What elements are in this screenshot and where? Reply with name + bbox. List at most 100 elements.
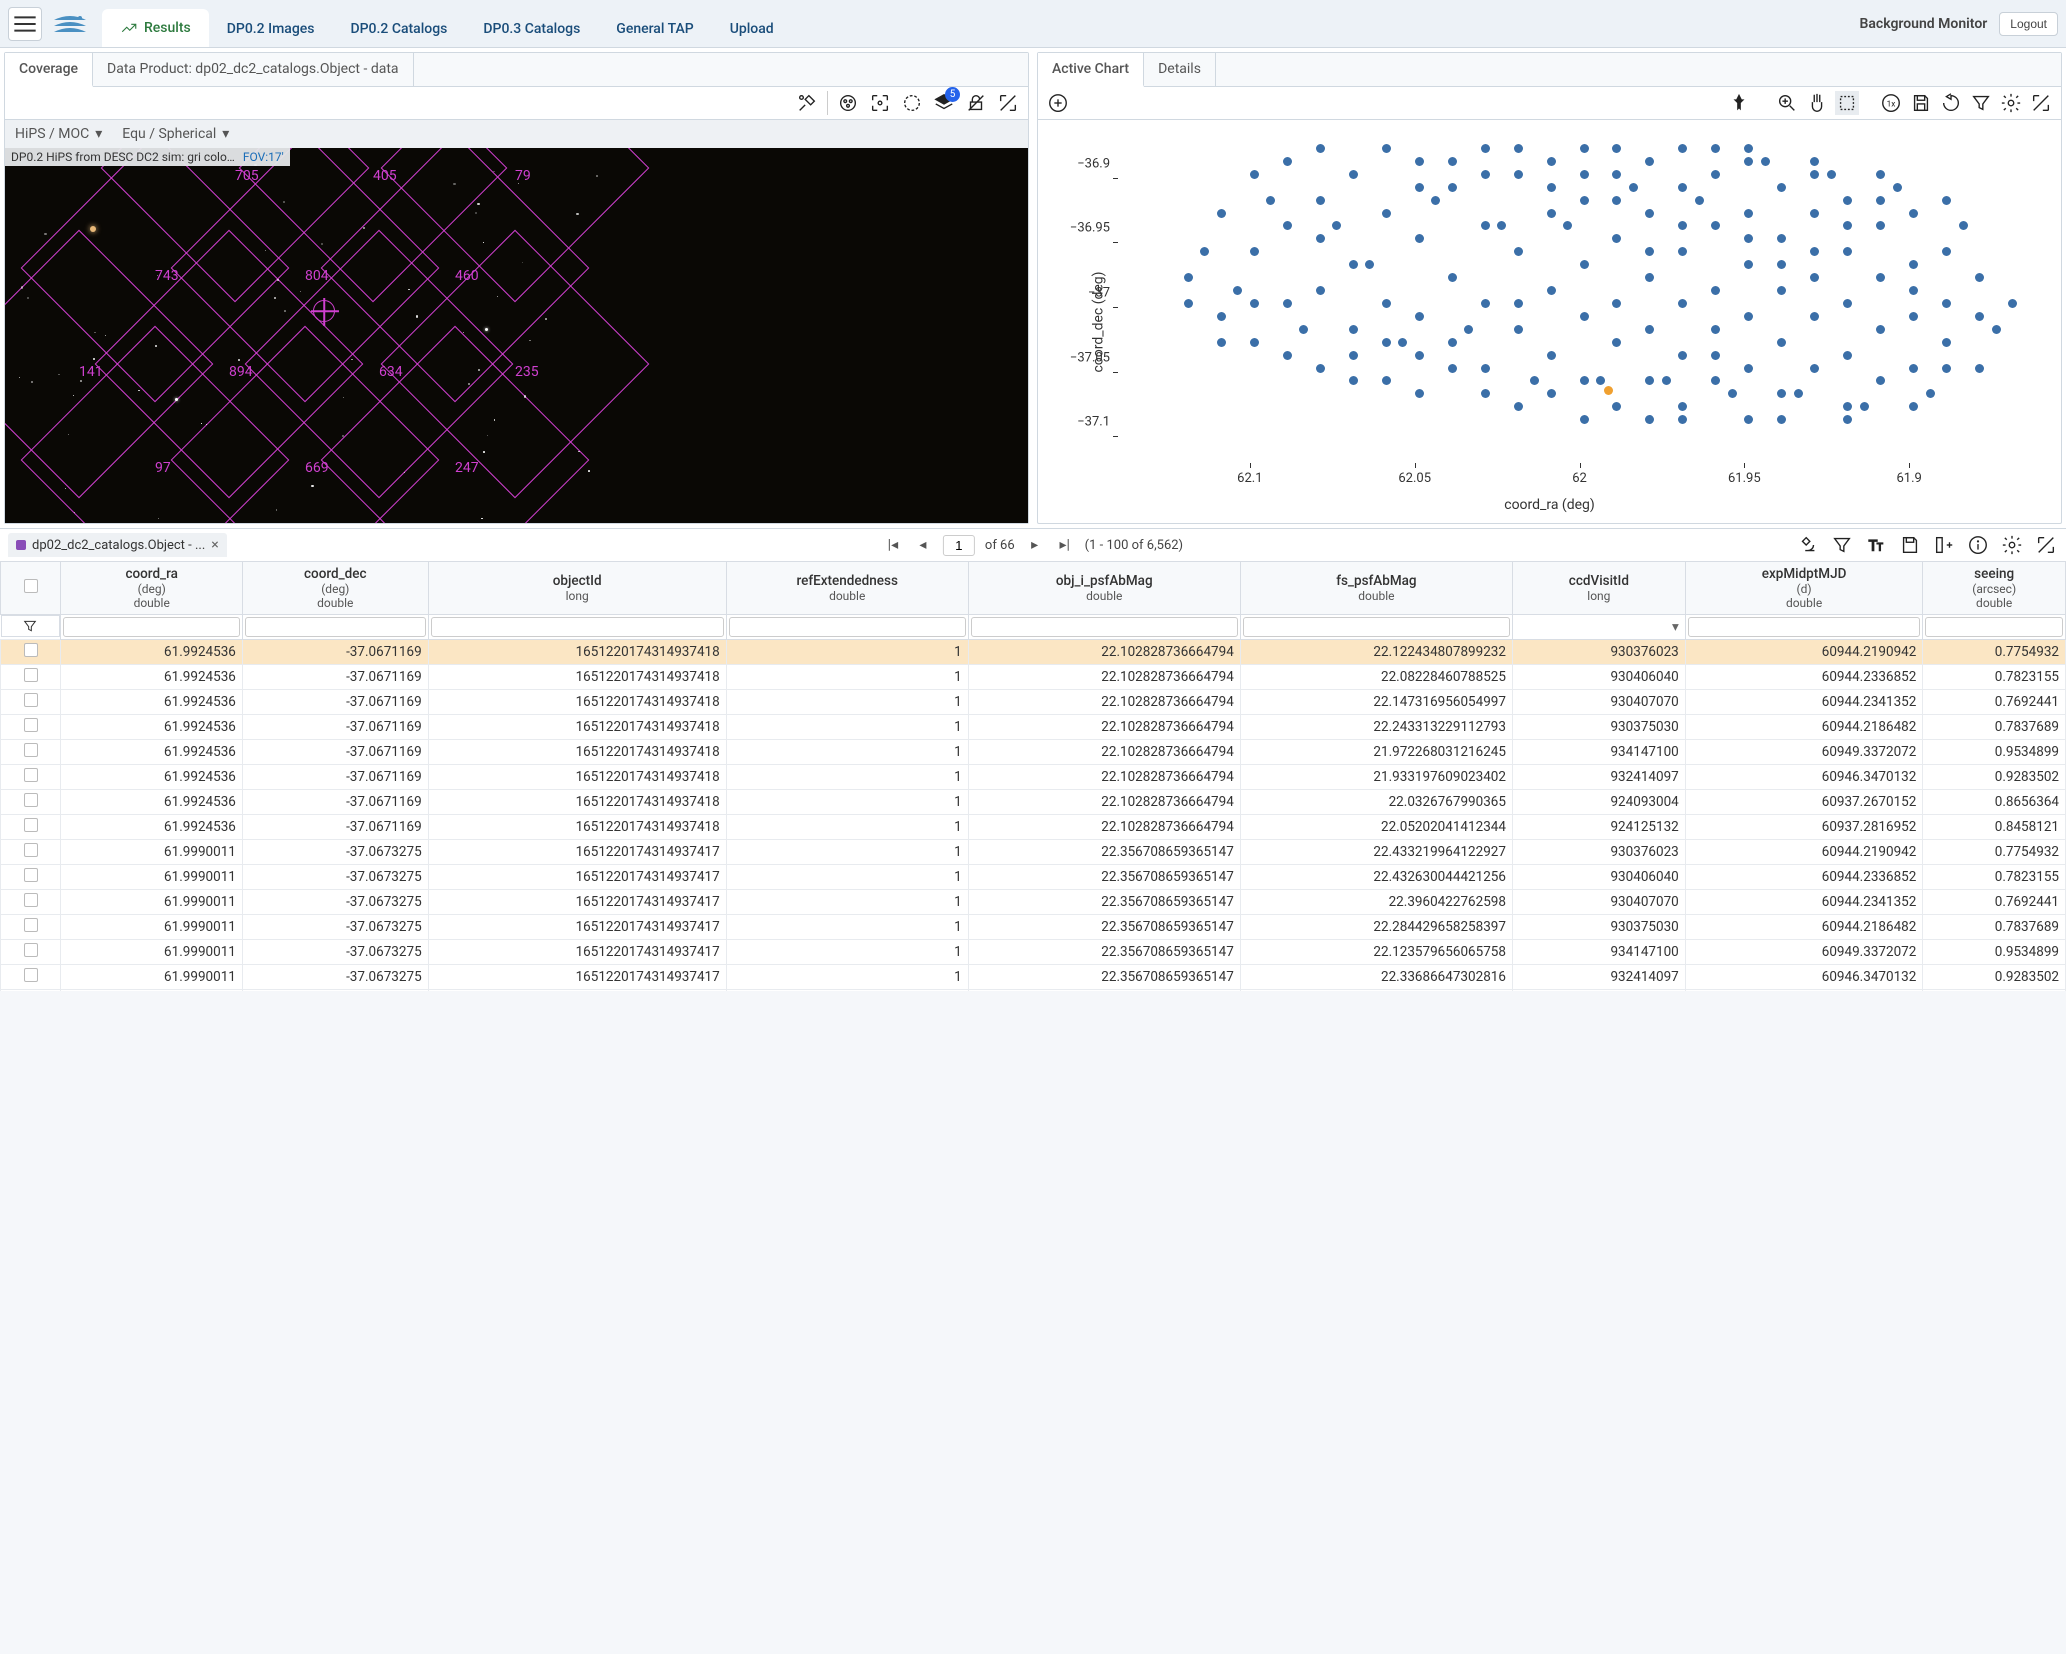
- scatter-point[interactable]: [1744, 144, 1753, 153]
- scatter-point[interactable]: [1415, 183, 1424, 192]
- row-checkbox[interactable]: [24, 918, 38, 932]
- scatter-point[interactable]: [1629, 183, 1638, 192]
- tab-active-chart[interactable]: Active Chart: [1038, 53, 1144, 87]
- scatter-point[interactable]: [1876, 273, 1885, 282]
- scatter-point[interactable]: [1349, 260, 1358, 269]
- scatter-point[interactable]: [1612, 234, 1621, 243]
- filter-coord_dec[interactable]: [245, 617, 426, 637]
- text-options-icon[interactable]: TT: [1864, 533, 1888, 557]
- scatter-chart[interactable]: −36.9−36.95−37−37.05−37.162.162.056261.9…: [1038, 120, 2061, 523]
- tab-results[interactable]: Results: [102, 9, 209, 47]
- filter-obj_i_psfAbMag[interactable]: [971, 617, 1238, 637]
- col-select[interactable]: [1, 562, 61, 615]
- scatter-point[interactable]: [1744, 209, 1753, 218]
- scatter-point[interactable]: [1810, 170, 1819, 179]
- scatter-point[interactable]: [1810, 364, 1819, 373]
- scatter-point[interactable]: [1382, 338, 1391, 347]
- layers-icon[interactable]: 5: [932, 91, 956, 115]
- scatter-point[interactable]: [1744, 415, 1753, 424]
- scatter-point[interactable]: [1942, 247, 1951, 256]
- scatter-point[interactable]: [1777, 338, 1786, 347]
- scatter-point[interactable]: [1580, 312, 1589, 321]
- scatter-point[interactable]: [1547, 389, 1556, 398]
- table-save-icon[interactable]: [1898, 533, 1922, 557]
- col-seeing[interactable]: seeing(arcsec)double: [1923, 562, 2066, 615]
- scatter-point[interactable]: [1514, 144, 1523, 153]
- scatter-point[interactable]: [1349, 376, 1358, 385]
- table-row[interactable]: 61.9924536-37.06711691651220174314937418…: [1, 790, 2066, 815]
- filter-toggle[interactable]: [1, 615, 61, 637]
- hamburger-menu-button[interactable]: [8, 7, 42, 41]
- scatter-point[interactable]: [1645, 325, 1654, 334]
- scatter-point[interactable]: [1217, 312, 1226, 321]
- scatter-point[interactable]: [1711, 170, 1720, 179]
- scatter-point[interactable]: [1547, 209, 1556, 218]
- select-box-icon[interactable]: [1835, 91, 1859, 115]
- scatter-point[interactable]: [1612, 170, 1621, 179]
- scatter-point[interactable]: [1382, 209, 1391, 218]
- scatter-point[interactable]: [1184, 273, 1193, 282]
- scatter-point[interactable]: [1893, 183, 1902, 192]
- row-checkbox[interactable]: [24, 693, 38, 707]
- tab-general-tap[interactable]: General TAP: [598, 11, 711, 47]
- col-fs_psfAbMag[interactable]: fs_psfAbMagdouble: [1240, 562, 1512, 615]
- scatter-point[interactable]: [1547, 183, 1556, 192]
- logout-button[interactable]: Logout: [1999, 12, 2058, 36]
- lock-icon[interactable]: [964, 91, 988, 115]
- tab-data-product[interactable]: Data Product: dp02_dc2_catalogs.Object -…: [93, 53, 414, 86]
- save-icon[interactable]: [1909, 91, 1933, 115]
- col-objectId[interactable]: objectIdlong: [428, 562, 726, 615]
- add-column-icon[interactable]: [1932, 533, 1956, 557]
- scatter-point[interactable]: [1777, 415, 1786, 424]
- expand-chart-icon[interactable]: [2029, 91, 2053, 115]
- scatter-point[interactable]: [1975, 312, 1984, 321]
- scatter-point[interactable]: [1860, 402, 1869, 411]
- scatter-point[interactable]: [1415, 389, 1424, 398]
- scatter-point[interactable]: [1876, 325, 1885, 334]
- scatter-point[interactable]: [1926, 389, 1935, 398]
- scatter-point[interactable]: [1497, 221, 1506, 230]
- scatter-point[interactable]: [1266, 196, 1275, 205]
- scatter-point[interactable]: [1992, 325, 2001, 334]
- scatter-point[interactable]: [1777, 286, 1786, 295]
- filter-fs_psfAbMag[interactable]: [1243, 617, 1510, 637]
- scatter-point[interactable]: [1810, 247, 1819, 256]
- scatter-point[interactable]: [1596, 376, 1605, 385]
- scatter-point[interactable]: [1662, 376, 1671, 385]
- scatter-point[interactable]: [1909, 286, 1918, 295]
- col-refExtendedness[interactable]: refExtendednessdouble: [726, 562, 968, 615]
- filter-ccdVisitId[interactable]: ▾: [1512, 615, 1685, 640]
- col-coord_ra[interactable]: coord_ra(deg)double: [61, 562, 242, 615]
- scatter-point[interactable]: [1332, 221, 1341, 230]
- scatter-point[interactable]: [1678, 402, 1687, 411]
- scatter-point[interactable]: [1612, 144, 1621, 153]
- scatter-point[interactable]: [1481, 221, 1490, 230]
- scatter-point[interactable]: [1645, 273, 1654, 282]
- scatter-point[interactable]: [1810, 273, 1819, 282]
- scatter-point[interactable]: [1349, 325, 1358, 334]
- scatter-point-highlighted[interactable]: [1604, 386, 1613, 395]
- pan-icon[interactable]: [1805, 91, 1829, 115]
- row-checkbox[interactable]: [24, 843, 38, 857]
- scatter-point[interactable]: [1909, 364, 1918, 373]
- scatter-point[interactable]: [1349, 170, 1358, 179]
- row-checkbox[interactable]: [24, 818, 38, 832]
- scatter-point[interactable]: [1382, 144, 1391, 153]
- scatter-point[interactable]: [1415, 234, 1424, 243]
- scatter-point[interactable]: [1942, 364, 1951, 373]
- scatter-point[interactable]: [1761, 157, 1770, 166]
- scatter-point[interactable]: [1711, 325, 1720, 334]
- scatter-point[interactable]: [1530, 376, 1539, 385]
- data-tab[interactable]: dp02_dc2_catalogs.Object - ... ×: [8, 533, 227, 557]
- zoom-in-icon[interactable]: [1046, 91, 1070, 115]
- scatter-point[interactable]: [1711, 144, 1720, 153]
- region-icon[interactable]: [900, 91, 924, 115]
- scatter-point[interactable]: [1283, 157, 1292, 166]
- table-row[interactable]: 61.9990011-37.06732751651220174314937417…: [1, 890, 2066, 915]
- scatter-point[interactable]: [1200, 247, 1209, 256]
- scatter-point[interactable]: [1382, 299, 1391, 308]
- hips-moc-dropdown[interactable]: HiPS / MOC ▾: [15, 126, 102, 142]
- filter-objectId[interactable]: [431, 617, 724, 637]
- table-row[interactable]: 61.9990011-37.06732751651220174314937417…: [1, 940, 2066, 965]
- scatter-point[interactable]: [1909, 312, 1918, 321]
